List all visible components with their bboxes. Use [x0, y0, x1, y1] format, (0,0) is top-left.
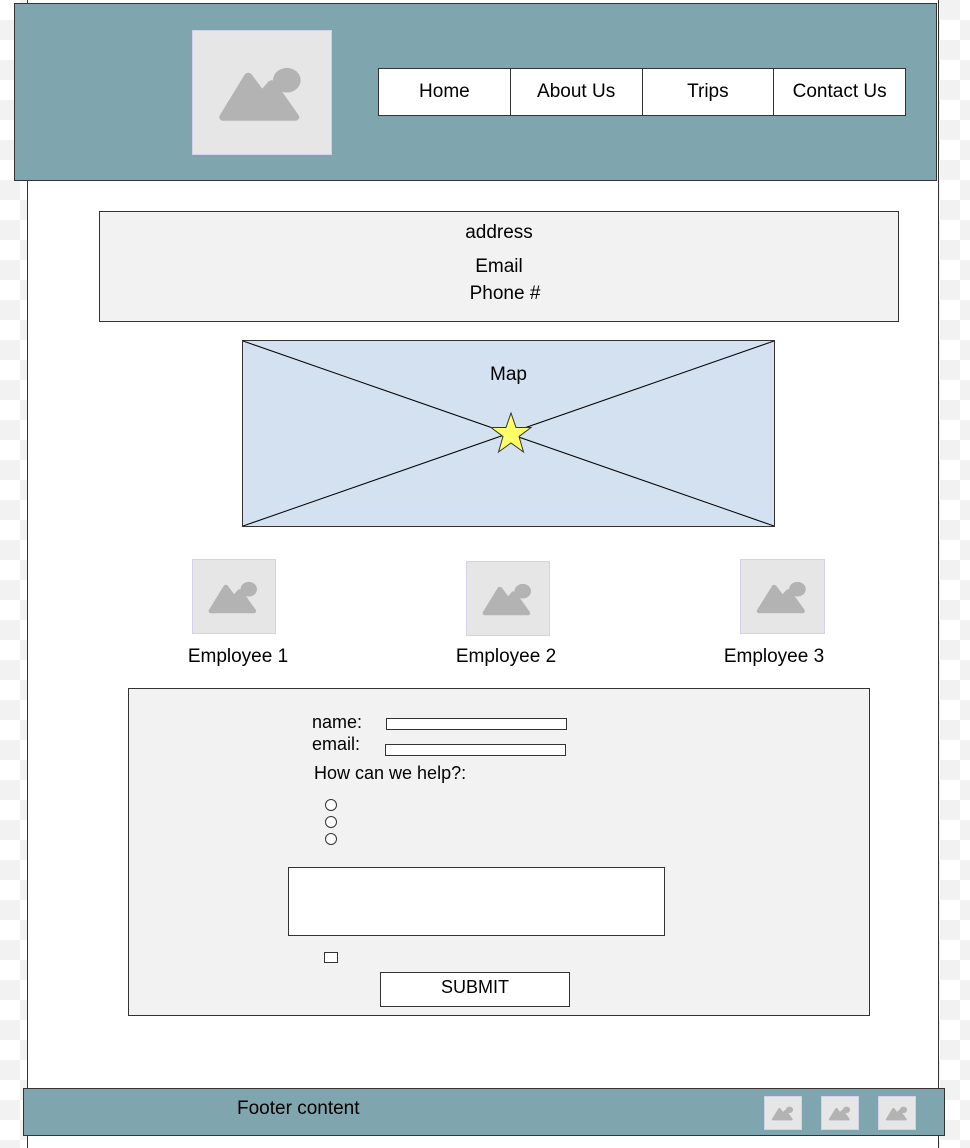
image-placeholder-icon	[219, 67, 301, 121]
nav-home[interactable]: Home	[378, 68, 511, 116]
help-option-radio-1[interactable]	[325, 799, 337, 811]
employee-1-photo	[192, 559, 276, 634]
map[interactable]: Map	[242, 340, 775, 527]
star-icon[interactable]	[490, 412, 532, 454]
image-placeholder-icon	[885, 1106, 908, 1121]
contact-form	[128, 688, 870, 1016]
email-text: Email	[475, 256, 523, 277]
map-label: Map	[490, 364, 527, 385]
nav-trips[interactable]: Trips	[641, 68, 775, 116]
employee-3-photo	[740, 559, 825, 634]
submit-button[interactable]: SUBMIT	[380, 972, 570, 1007]
employee-2-name: Employee 2	[455, 646, 557, 667]
image-placeholder-icon	[756, 581, 806, 614]
image-placeholder-icon	[828, 1106, 851, 1121]
agree-checkbox[interactable]	[324, 952, 338, 963]
image-placeholder-icon	[482, 583, 531, 616]
footer-social-1[interactable]	[764, 1096, 802, 1130]
image-placeholder-icon	[208, 581, 257, 614]
address-text: address	[465, 222, 533, 243]
help-option-radio-2[interactable]	[325, 816, 337, 828]
name-label: name:	[312, 712, 363, 732]
contact-info-box: address Email Phone #	[99, 211, 899, 322]
logo[interactable]	[192, 30, 332, 155]
phone-text: Phone #	[469, 283, 541, 304]
nav-contact-us[interactable]: Contact Us	[773, 68, 906, 116]
image-placeholder-icon	[771, 1106, 794, 1121]
nav-about-us[interactable]: About Us	[509, 68, 643, 116]
site-footer	[23, 1088, 945, 1136]
help-option-radio-3[interactable]	[325, 833, 337, 845]
footer-social-2[interactable]	[821, 1096, 859, 1130]
footer-text: Footer content	[237, 1098, 360, 1119]
main-nav: Home About Us Trips Contact Us	[378, 68, 906, 116]
employee-2-photo	[466, 561, 550, 636]
employee-3-name: Employee 3	[723, 646, 825, 667]
help-label: How can we help?:	[314, 763, 467, 783]
employee-1-name: Employee 1	[187, 646, 289, 667]
email-label: email:	[312, 734, 361, 754]
email-input[interactable]	[385, 744, 566, 756]
name-input[interactable]	[386, 718, 567, 730]
message-textarea[interactable]	[288, 867, 665, 936]
footer-social-3[interactable]	[878, 1096, 916, 1130]
